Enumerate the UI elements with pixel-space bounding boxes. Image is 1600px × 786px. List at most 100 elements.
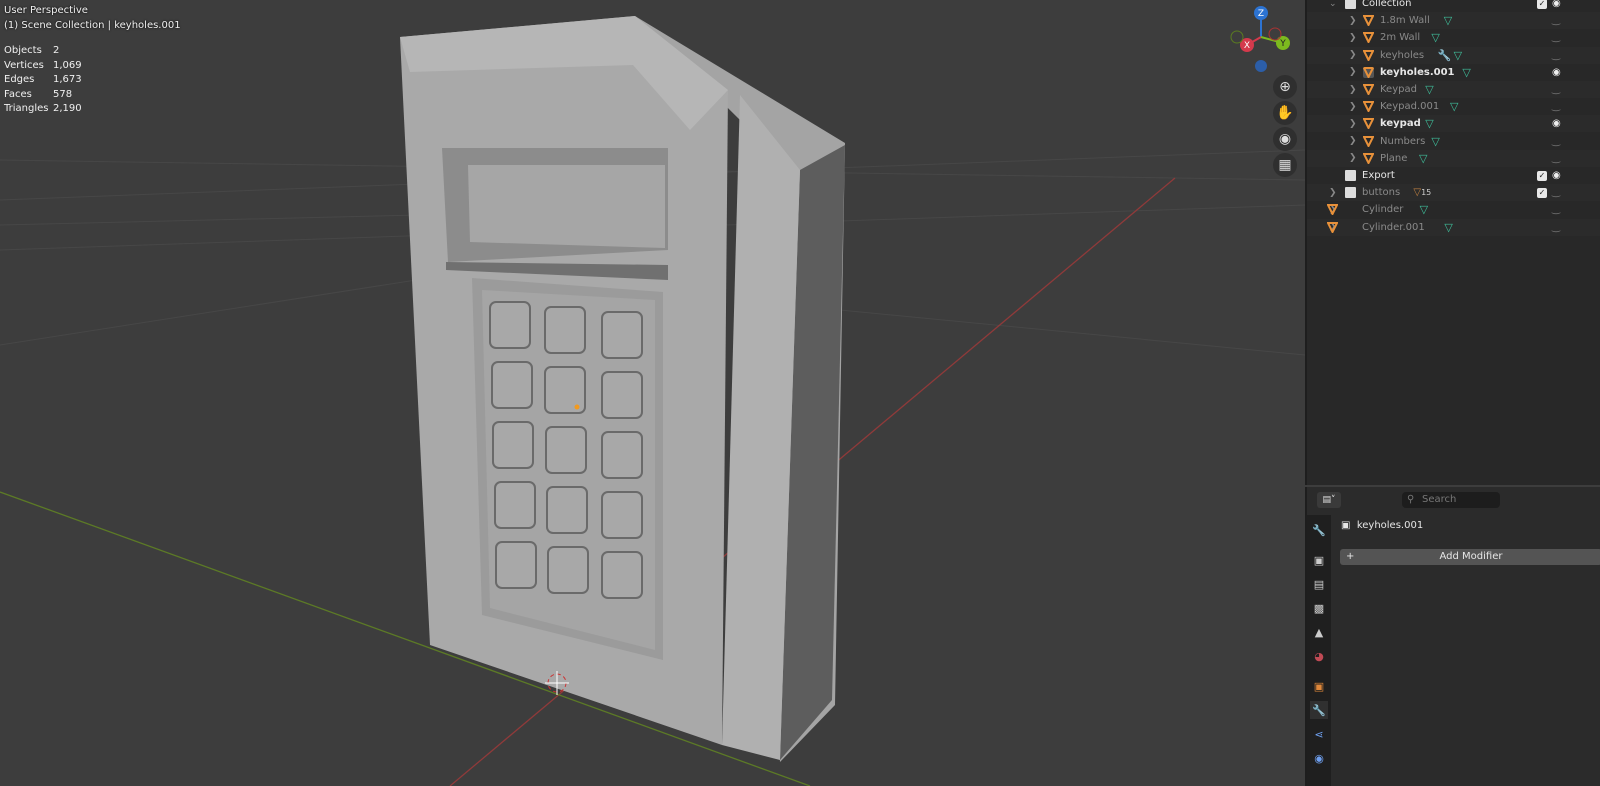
chevron-right-icon[interactable]: ❯ [1349,16,1357,26]
outliner-item-label: Keypad [1380,84,1417,95]
chevron-down-icon[interactable]: ⌄ [1329,0,1337,9]
eye-closed-icon[interactable]: ‿ [1552,204,1560,215]
eye-icon[interactable]: ◉ [1552,118,1561,129]
object-name-row: ▣ keyholes.001 [1341,520,1423,531]
world-icon[interactable]: ◕ [1310,647,1328,665]
outliner-row[interactable]: ⌄ Collection ✓ ◉ [1307,0,1600,12]
scene-info: (1) Scene Collection | keyholes.001 [4,19,181,31]
chevron-right-icon[interactable]: ❯ [1349,67,1357,77]
outliner-row[interactable]: ❯ Numbers ▽ ‿ [1307,133,1600,150]
grid-perspective-icon[interactable]: ▦ [1273,153,1297,177]
keypad-key [546,486,588,534]
particles-icon[interactable]: ⋖ [1310,725,1328,743]
chevron-right-icon[interactable]: ❯ [1349,153,1357,163]
add-modifier-button[interactable]: + Add Modifier [1340,549,1600,565]
render-icon[interactable]: ▣ [1310,551,1328,569]
mesh-object-icon: ▽ [1413,187,1422,199]
exclude-checkbox[interactable]: ✓ [1537,170,1547,181]
scene-statistics: Objects 2 Vertices 1,069 Edges 1,673 Faces 578 T… [4,44,82,117]
physics-icon[interactable]: ◉ [1310,749,1328,767]
object-name: keyholes.001 [1356,520,1424,531]
camera-icon[interactable]: ◉ [1273,127,1297,151]
scene-canvas [0,16,1305,786]
chevron-right-icon[interactable]: ❯ [1329,188,1337,198]
outliner-row[interactable]: ❯ keyholes.001 ▽ ◉ [1307,64,1600,81]
chevron-right-icon[interactable]: ❯ [1349,102,1357,112]
outliner[interactable]: ⌄ Collection ✓ ◉ ❯ 1.8m Wall ▽ ‿ ❯ 2m Wa… [1305,0,1600,485]
mesh-data-icon: ▽ [1453,48,1463,62]
modifier-wrench-icon[interactable]: 🔧 [1310,701,1328,719]
wrench-modifier-icon: 🔧 [1437,48,1452,62]
mesh-object-icon [1363,152,1374,164]
chevron-right-icon[interactable]: ❯ [1349,50,1357,60]
outliner-row[interactable]: ❯ buttons ▽15 ✓ ‿ [1307,184,1600,202]
stat-label: Objects [4,45,42,56]
outliner-row[interactable]: ❯ keyholes 🔧 ▽ ‿ [1307,46,1600,64]
outliner-row[interactable]: ❯ Keypad.001 ▽ ‿ [1307,98,1600,115]
outliner-row[interactable]: ❯ 1.8m Wall ▽ ‿ [1307,12,1600,30]
exclude-checkbox[interactable]: ✓ [1537,0,1547,9]
output-icon[interactable]: ▤ [1310,575,1328,593]
eye-closed-icon[interactable]: ‿ [1552,32,1560,43]
zoom-icon[interactable]: ⊕ [1273,75,1297,99]
keypad-key [601,371,643,419]
properties-editor[interactable]: ▤˅ ⚲ Search 🔧 ▣ ▤ ▩ ▲ ◕ ▣ 🔧 ⋖ ◉ ▣ keyhole… [1305,487,1600,786]
mesh-object-icon [1363,32,1374,44]
outliner-row[interactable]: ❯ Cylinder.001 ▽ ‿ [1307,218,1600,236]
outliner-row[interactable]: ❯ 2m Wall ▽ ‿ [1307,29,1600,46]
keypad-key [491,361,533,409]
outliner-row[interactable]: Export ✓ ◉ [1307,167,1600,184]
gizmo-z[interactable]: Z [1258,9,1264,19]
eye-closed-icon[interactable]: ‿ [1552,15,1560,26]
chevron-right-icon[interactable]: ❯ [1349,85,1357,95]
mesh-data-icon: ▽ [1443,14,1453,28]
eye-icon[interactable]: ◉ [1552,67,1561,78]
outliner-row[interactable]: ❯ Cylinder ▽ ‿ [1307,201,1600,218]
gizmo-y[interactable]: Y [1279,39,1286,49]
outliner-item-label: Keypad.001 [1380,101,1440,113]
scene-icon[interactable]: ▲ [1310,623,1328,641]
object-icon[interactable]: ▣ [1310,677,1328,695]
object-square-icon: ▣ [1341,520,1351,531]
mesh-data-icon: ▽ [1444,220,1453,234]
3d-viewport[interactable]: User Perspective (1) Scene Collection | … [0,0,1305,786]
outliner-item-label: keypad [1380,118,1421,130]
mesh-object-icon [1363,84,1374,95]
eye-closed-icon[interactable]: ‿ [1552,136,1560,147]
keypad-key [544,306,586,354]
eye-closed-icon[interactable]: ‿ [1552,222,1560,233]
mesh-data-icon: ▽ [1419,203,1429,217]
pan-hand-icon[interactable]: ✋ [1273,101,1297,125]
outliner-row[interactable]: ❯ Keypad ▽ ‿ [1307,81,1600,98]
gizmo-x[interactable]: X [1244,41,1250,51]
mesh-object-icon [1327,204,1338,216]
mesh-object-icon [1363,15,1374,27]
mesh-data-icon: ▽ [1450,100,1459,114]
mesh-object-icon [1363,118,1374,130]
mesh-data-icon: ▽ [1419,151,1428,165]
search-input[interactable]: ⚲ Search [1402,492,1500,508]
outliner-row[interactable]: ❯ Plane ▽ ‿ [1307,149,1600,167]
editor-type-icon[interactable]: ▤˅ [1317,492,1341,508]
eye-icon[interactable]: ◉ [1552,0,1561,9]
navigation-gizmo[interactable]: Z X Y [1228,4,1298,74]
outliner-row[interactable]: ❯ keypad ▽ ◉ [1307,115,1600,133]
mesh-data-icon: ▽ [1425,117,1434,131]
keypad-key [545,426,587,474]
chevron-right-icon[interactable]: ❯ [1349,33,1357,43]
outliner-item-label: Cylinder.001 [1362,221,1425,233]
chevron-right-icon[interactable]: ❯ [1349,119,1357,129]
eye-closed-icon[interactable]: ‿ [1552,153,1560,164]
exclude-checkbox[interactable]: ✓ [1537,187,1547,198]
eye-icon[interactable]: ◉ [1552,170,1561,181]
eye-closed-icon[interactable]: ‿ [1552,187,1560,198]
eye-closed-icon[interactable]: ‿ [1552,101,1560,112]
eye-closed-icon[interactable]: ‿ [1552,50,1560,61]
mesh-data-icon: ▽ [1431,134,1440,148]
chevron-right-icon[interactable]: ❯ [1349,136,1357,146]
view-layer-icon[interactable]: ▩ [1310,599,1328,617]
tool-icon[interactable]: 🔧 [1310,521,1328,539]
mesh-object-icon [1327,221,1338,233]
eye-closed-icon[interactable]: ‿ [1552,84,1560,95]
keypad-key [601,311,643,359]
